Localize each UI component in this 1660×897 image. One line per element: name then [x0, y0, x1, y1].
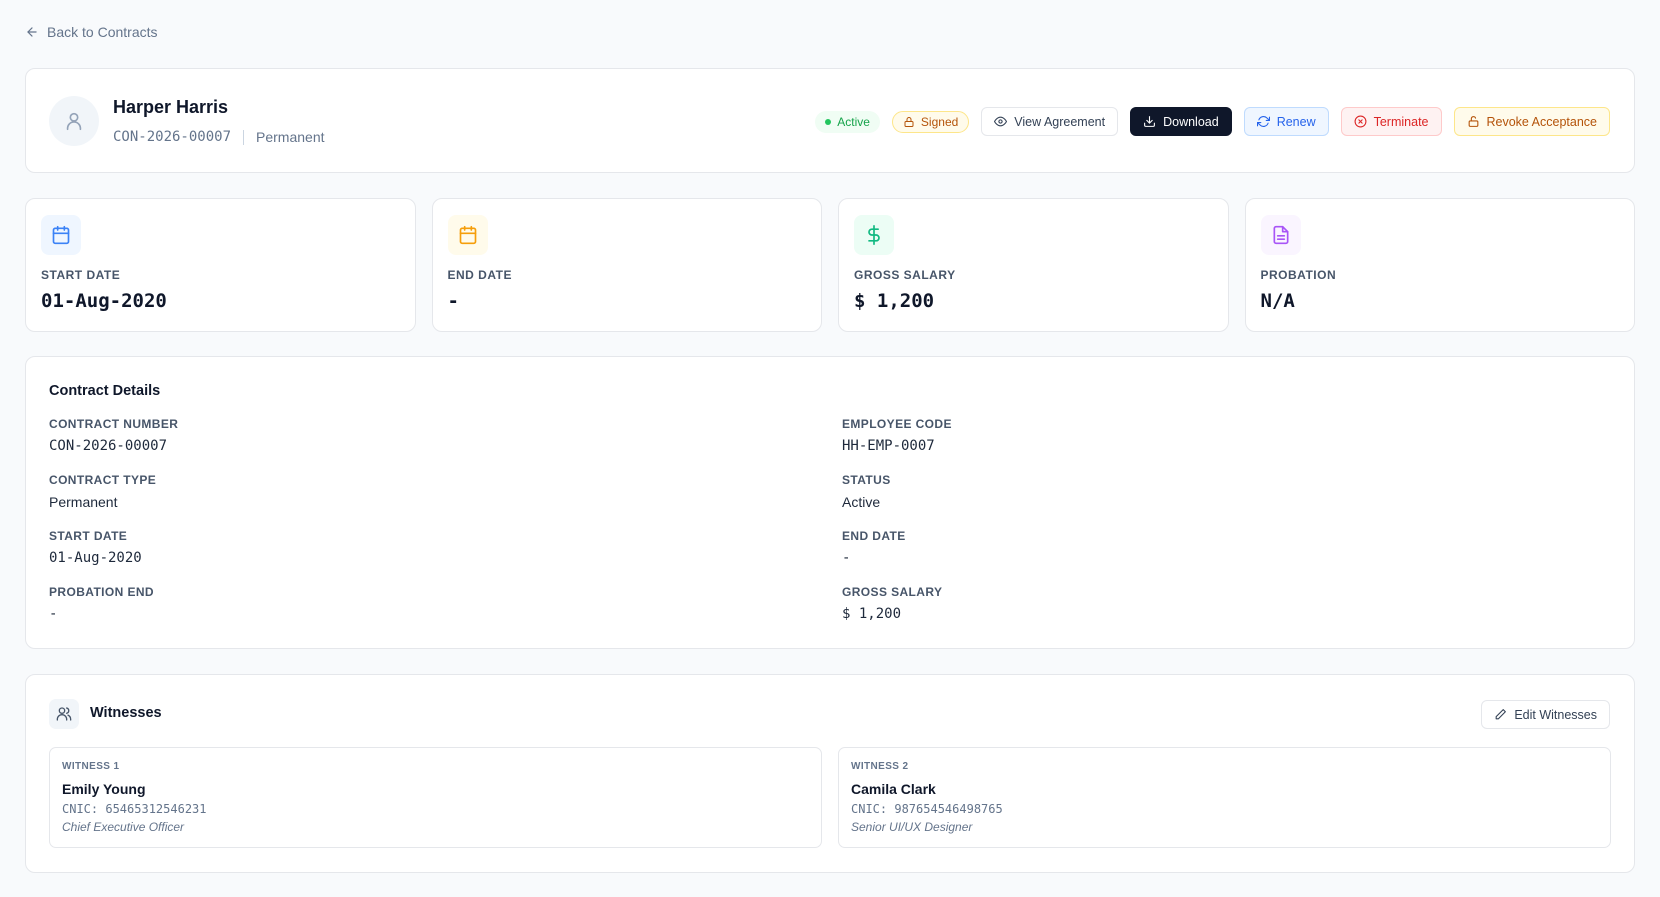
stat-label: PROBATION: [1260, 268, 1337, 282]
user-icon: [66, 112, 82, 131]
lock-icon: [904, 116, 914, 127]
field-value: -: [49, 606, 58, 622]
arrow-left-icon: [27, 27, 37, 37]
employee-subtitle: CON-2026-00007 Permanent: [113, 129, 325, 145]
field-employee-code: EMPLOYEE CODE HH-EMP-0007: [842, 417, 952, 454]
download-button[interactable]: Download: [1130, 107, 1232, 136]
contract-details-card: Contract Details CONTRACT NUMBER CON-202…: [25, 356, 1635, 649]
status-badge: Active: [815, 110, 880, 133]
edit-witnesses-button[interactable]: Edit Witnesses: [1481, 700, 1610, 729]
field-value: CON-2026-00007: [49, 438, 168, 454]
stat-label: GROSS SALARY: [854, 268, 956, 282]
view-agreement-label: View Agreement: [1014, 114, 1106, 129]
summary-stats: START DATE 01-Aug-2020 END DATE - GROSS …: [25, 198, 1635, 332]
revoke-acceptance-button[interactable]: Revoke Acceptance: [1453, 107, 1610, 136]
stat-card-end-date: END DATE -: [431, 198, 822, 332]
stat-card-probation: PROBATION N/A: [1244, 198, 1635, 332]
pencil-icon: [1495, 709, 1507, 720]
field-label: GROSS SALARY: [842, 585, 943, 599]
x-circle-icon: [1354, 115, 1367, 128]
terminate-button[interactable]: Terminate: [1340, 107, 1442, 136]
field-value: 01-Aug-2020: [49, 550, 142, 566]
section-title: Contract Details: [49, 383, 161, 399]
status-badge-label: Active: [837, 114, 870, 129]
field-contract-number: CONTRACT NUMBER CON-2026-00007: [49, 417, 178, 454]
field-probation-end: PROBATION END -: [49, 585, 154, 622]
back-link-label: Back to Contracts: [47, 24, 158, 40]
witness-label: WITNESS 2: [851, 761, 909, 772]
signed-badge: Signed: [891, 110, 970, 133]
witnesses-card: Witnesses Edit Witnesses WITNESS 1 Emily…: [25, 674, 1635, 873]
field-value: Active: [842, 494, 881, 510]
field-label: START DATE: [49, 529, 128, 543]
field-label: EMPLOYEE CODE: [842, 417, 952, 431]
witness-card-1: WITNESS 1 Emily Young CNIC: 654653125462…: [49, 747, 822, 848]
field-value: Permanent: [49, 494, 118, 510]
witness-name: Camila Clark: [851, 781, 936, 797]
header-actions: Active Signed View Agreement Download Re…: [815, 107, 1610, 136]
document-icon: [1260, 215, 1301, 255]
view-agreement-button[interactable]: View Agreement: [981, 107, 1119, 136]
contract-type: Permanent: [256, 129, 325, 145]
witness-cnic: CNIC: 65465312546231: [62, 802, 207, 816]
field-start-date: START DATE 01-Aug-2020: [49, 529, 142, 566]
unlock-icon: [1468, 116, 1478, 127]
contract-code: CON-2026-00007: [113, 129, 232, 145]
stat-value: N/A: [1260, 290, 1295, 312]
stat-card-gross-salary: GROSS SALARY $ 1,200: [838, 198, 1229, 332]
field-status: STATUS Active: [842, 473, 891, 510]
stat-value: 01-Aug-2020: [41, 290, 167, 312]
revoke-acceptance-label: Revoke Acceptance: [1486, 114, 1598, 129]
renew-button[interactable]: Renew: [1243, 107, 1329, 136]
witness-name: Emily Young: [62, 781, 146, 797]
field-label: PROBATION END: [49, 585, 154, 599]
calendar-icon: [447, 215, 488, 255]
field-end-date: END DATE -: [842, 529, 906, 566]
calendar-icon: [41, 215, 81, 255]
download-icon: [1144, 116, 1156, 127]
field-label: STATUS: [842, 473, 891, 487]
field-label: CONTRACT TYPE: [49, 473, 157, 487]
users-icon: [49, 699, 79, 729]
avatar: [49, 96, 99, 146]
back-to-contracts-link[interactable]: Back to Contracts: [25, 24, 158, 40]
signed-badge-label: Signed: [920, 114, 959, 129]
download-label: Download: [1163, 114, 1219, 129]
field-gross-salary: GROSS SALARY $ 1,200: [842, 585, 942, 622]
field-value: -: [842, 550, 851, 566]
employee-name: Harper Harris: [113, 97, 229, 117]
field-value: $ 1,200: [842, 606, 902, 622]
stat-value: $ 1,200: [854, 290, 935, 312]
stat-value: -: [447, 290, 459, 312]
field-label: CONTRACT NUMBER: [49, 417, 179, 431]
stat-label: END DATE: [447, 268, 512, 282]
field-label: END DATE: [842, 529, 906, 543]
divider: [243, 129, 245, 145]
eye-icon: [994, 116, 1008, 127]
witness-cnic: CNIC: 987654546498765: [851, 802, 1003, 816]
witness-card-2: WITNESS 2 Camila Clark CNIC: 98765454649…: [838, 747, 1611, 848]
witness-role: Chief Executive Officer: [62, 820, 185, 834]
stat-label: START DATE: [41, 268, 121, 282]
field-contract-type: CONTRACT TYPE Permanent: [49, 473, 156, 510]
refresh-icon: [1256, 116, 1270, 127]
edit-witnesses-label: Edit Witnesses: [1514, 707, 1597, 722]
status-dot-icon: [825, 118, 832, 125]
witnesses-title: Witnesses: [90, 705, 162, 721]
witness-role: Senior UI/UX Designer: [851, 820, 973, 834]
stat-card-start-date: START DATE 01-Aug-2020: [25, 198, 416, 332]
contract-header-card: Harper Harris CON-2026-00007 Permanent A…: [25, 68, 1635, 173]
terminate-label: Terminate: [1373, 114, 1429, 129]
witness-label: WITNESS 1: [62, 761, 120, 772]
field-value: HH-EMP-0007: [842, 438, 935, 454]
dollar-icon: [854, 215, 894, 255]
renew-label: Renew: [1276, 114, 1316, 129]
